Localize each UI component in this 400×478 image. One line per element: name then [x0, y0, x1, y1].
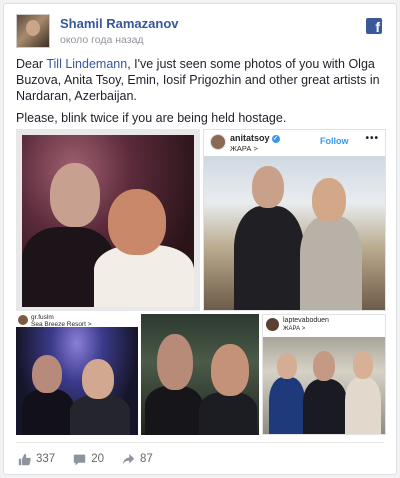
follow-button[interactable]: Follow	[320, 136, 349, 146]
comment-button[interactable]: 20	[73, 453, 104, 466]
comment-count: 20	[91, 453, 104, 465]
person-man-head	[252, 166, 284, 208]
gallery-photo-4[interactable]	[141, 314, 259, 435]
ig-location[interactable]: ЖАРА >	[230, 144, 258, 153]
person-left-head	[32, 355, 62, 393]
ig-username-text: anitatsoy	[230, 133, 270, 143]
person-left-head	[157, 334, 193, 390]
ig-avatar[interactable]	[18, 315, 28, 325]
ig-username-text: gr.fuslm	[31, 314, 54, 321]
gallery-photo-3[interactable]: gr.fuslm Sea Breeze Resort >	[16, 314, 138, 435]
person-3-body	[345, 377, 381, 434]
person-woman-head	[312, 178, 346, 222]
post-text: Dear Till Lindemann, I've just seen some…	[16, 56, 386, 132]
ig-avatar[interactable]	[266, 318, 279, 331]
like-icon	[18, 453, 31, 466]
photo-3-image	[16, 327, 138, 435]
photo-gallery: anitatsoy ✓ ЖАРА > Follow ••• gr.fuslm Sea…	[16, 129, 386, 437]
ig-username[interactable]: laptevaboduen	[283, 317, 329, 324]
avatar-face	[26, 20, 40, 36]
person-3-head	[353, 351, 373, 379]
divider	[16, 442, 384, 443]
person-left-body	[22, 389, 74, 435]
ig-username[interactable]: gr.fuslm Sea Breeze Resort >	[31, 314, 92, 328]
avatar[interactable]	[16, 14, 50, 48]
person-left-head	[50, 163, 100, 227]
author-name[interactable]: Shamil Ramazanov	[60, 16, 179, 31]
person-left-body	[145, 386, 203, 435]
photo-5-image	[263, 337, 385, 434]
ig-username[interactable]: anitatsoy ✓	[230, 133, 280, 143]
photo-2-image	[204, 156, 385, 310]
person-right-head	[108, 189, 166, 255]
more-icon[interactable]: •••	[365, 133, 379, 144]
person-right-head	[82, 359, 114, 399]
like-button[interactable]: 337	[18, 453, 55, 466]
mention-link[interactable]: Till Lindemann	[46, 57, 127, 71]
person-1-body	[269, 377, 305, 434]
instagram-header: anitatsoy ✓ ЖАРА > Follow •••	[204, 130, 385, 156]
ig-avatar[interactable]	[210, 134, 226, 150]
post-header: Shamil Ramazanov около года назад f	[16, 14, 384, 52]
facebook-logo-icon[interactable]: f	[366, 18, 382, 34]
person-right-body	[70, 395, 130, 435]
person-2-body	[303, 379, 347, 434]
like-count: 337	[36, 453, 56, 465]
person-2-head	[313, 351, 335, 381]
person-right-body	[199, 392, 257, 435]
post-paragraph-1: Dear Till Lindemann, I've just seen some…	[16, 56, 386, 104]
share-count: 87	[139, 453, 153, 465]
photo-1-image	[22, 135, 194, 307]
tweet-embed-card: Shamil Ramazanov около года назад f Dear…	[3, 3, 397, 475]
post-timestamp[interactable]: около года назад	[60, 34, 144, 46]
verified-icon: ✓	[271, 135, 280, 143]
share-icon	[122, 453, 135, 466]
gallery-photo-5[interactable]: laptevaboduen ЖАРА >	[262, 314, 386, 435]
person-woman-body	[300, 216, 362, 310]
person-right-head	[211, 344, 249, 396]
instagram-mini-header: laptevaboduen ЖАРА >	[263, 315, 385, 337]
post-paragraph-2: Please, blink twice if you are being hel…	[16, 111, 287, 125]
person-1-head	[277, 353, 297, 379]
comment-icon	[73, 453, 86, 466]
gallery-photo-1[interactable]	[16, 129, 200, 311]
instagram-mini-header: gr.fuslm Sea Breeze Resort >	[16, 314, 138, 328]
person-man-body	[234, 206, 304, 310]
gallery-photo-2[interactable]: anitatsoy ✓ ЖАРА > Follow •••	[203, 129, 386, 311]
ig-location[interactable]: ЖАРА >	[283, 326, 305, 332]
text-before-mention: Dear	[16, 57, 47, 71]
post-actions: 337 20 87	[18, 450, 153, 468]
share-button[interactable]: 87	[122, 453, 153, 466]
